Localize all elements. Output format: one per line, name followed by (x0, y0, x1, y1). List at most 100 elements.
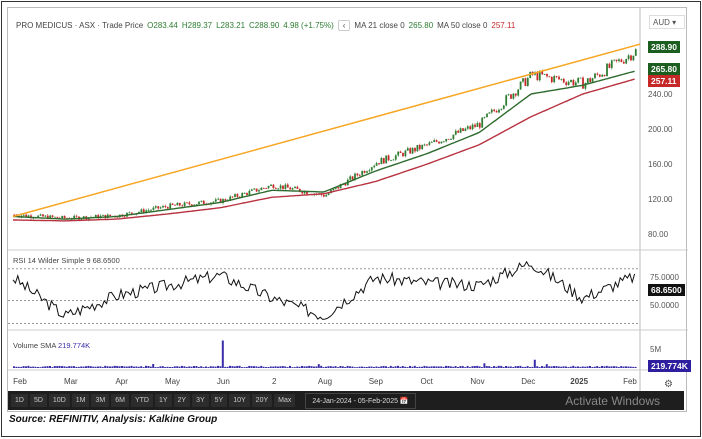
candle-body (474, 124, 476, 127)
volume-bar (509, 366, 512, 368)
candle-body (174, 204, 176, 206)
volume-bar (313, 366, 315, 368)
candle-body (267, 185, 270, 189)
x-axis-tick: Feb (623, 377, 637, 386)
volume-bar (339, 366, 342, 368)
candle-body (282, 185, 284, 189)
volume-bar (442, 366, 445, 368)
candle-body (253, 188, 256, 190)
volume-bar (241, 367, 243, 368)
candle-body (234, 194, 236, 197)
x-axis-tick: May (165, 377, 180, 386)
volume-bar (85, 366, 87, 368)
volume-bar (428, 366, 431, 368)
volume-bar (344, 366, 347, 368)
date-range-picker[interactable]: 24-Jan-2024 - 05-Feb-2025 📅 (305, 392, 416, 409)
volume-bar (281, 366, 284, 368)
candle-body (570, 79, 572, 82)
candle-body (44, 215, 47, 217)
candle-body (128, 212, 131, 214)
volume-bar (370, 366, 373, 368)
range-button-3m[interactable]: 3M (91, 394, 110, 407)
range-button-1y[interactable]: 1Y (154, 394, 172, 407)
range-button-20y[interactable]: 20Y (251, 394, 273, 407)
volume-bar (140, 366, 143, 368)
candle-body (246, 193, 248, 195)
legend-header: PRO MEDICUS · ASX · Trade Price O283.44 … (16, 20, 515, 31)
range-button-10d[interactable]: 10D (48, 394, 70, 407)
volume-bar (97, 366, 99, 368)
volume-bar (178, 366, 181, 368)
stock-chart[interactable]: 80.00 120.00 160.00 200.00 240.00 Feb Mar Apr Ma… (7, 7, 691, 413)
candle-body (75, 215, 78, 217)
range-button-5y[interactable]: 5Y (210, 394, 228, 407)
candle-body (606, 63, 608, 77)
candle-body (243, 193, 246, 194)
volume-bar (543, 366, 546, 368)
candle-body (565, 82, 568, 85)
candle-body (166, 207, 169, 209)
candle-body (526, 78, 529, 86)
candle-body (42, 214, 44, 217)
settings-gear-icon[interactable]: ⚙ (664, 379, 673, 390)
range-button-1d[interactable]: 1D (11, 394, 28, 407)
currency-select[interactable]: AUD ▾ (649, 15, 685, 29)
candle-body (270, 184, 272, 186)
candle-body (195, 204, 198, 205)
candle-body (370, 167, 373, 171)
range-button-6m[interactable]: 6M (111, 394, 129, 407)
volume-bar (171, 366, 174, 368)
candle-body (294, 186, 296, 189)
volume-bar (478, 366, 481, 368)
range-button-10y[interactable]: 10Y (229, 394, 250, 407)
candle-body (630, 55, 632, 61)
volume-bar (248, 365, 251, 368)
range-button-3y[interactable]: 3Y (192, 394, 209, 407)
candle-body (152, 207, 155, 210)
volume-bar (15, 366, 18, 368)
volume-bar (37, 367, 39, 368)
volume-bar (152, 364, 155, 368)
range-button-ytd[interactable]: YTD (130, 394, 153, 407)
volume-name: Volume SMA (13, 341, 56, 350)
range-button-1m[interactable]: 1M (71, 394, 90, 407)
volume-bar (440, 366, 443, 368)
candle-body (522, 78, 524, 82)
candle-body (546, 73, 548, 77)
candle-body (399, 151, 402, 153)
volume-bar (430, 366, 433, 368)
range-button-max[interactable]: Max (274, 394, 296, 407)
volume-bar (29, 366, 32, 368)
volume-bar (185, 366, 188, 368)
volume-bar (620, 366, 623, 368)
volume-bar (207, 367, 210, 368)
range-button-5d[interactable]: 5D (29, 394, 47, 407)
rsi-value: 68.6500 (92, 256, 120, 265)
candle-body (558, 76, 560, 80)
collapse-legend-button[interactable]: ‹ (337, 20, 351, 31)
volume-bar (529, 367, 531, 368)
volume-bar (73, 366, 75, 368)
candle-body (416, 145, 419, 152)
volume-bar (109, 366, 111, 368)
candle-body (512, 93, 515, 99)
volume-bar (317, 364, 320, 368)
volume-bar (505, 365, 507, 368)
candle-body (406, 148, 409, 151)
volume-bar (161, 366, 164, 368)
volume-bar (622, 366, 625, 368)
candle-body (214, 199, 217, 202)
candle-body (632, 55, 635, 61)
x-axis-tick: Nov (470, 377, 484, 386)
volume-bar (514, 366, 517, 368)
candle-body (622, 61, 625, 64)
volume-bar (325, 366, 327, 368)
candle-body (505, 95, 508, 106)
candle-body (61, 216, 64, 219)
range-button-2y[interactable]: 2Y (173, 394, 191, 407)
volume-bar (433, 366, 435, 368)
chart-canvas[interactable]: 80.00 120.00 160.00 200.00 240.00 Feb Mar Apr Ma… (8, 8, 688, 413)
price-tick: 80.00 (648, 230, 669, 239)
candle-body (322, 194, 325, 197)
volume-bar (457, 367, 459, 368)
